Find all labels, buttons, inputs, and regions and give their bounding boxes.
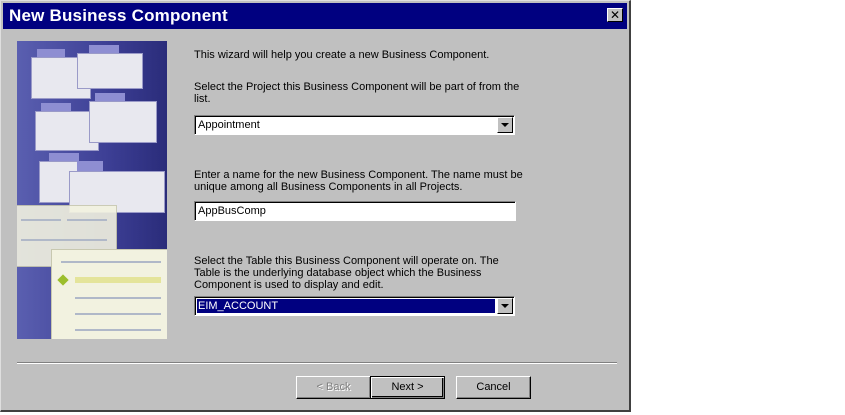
grid-highlight <box>75 277 161 283</box>
folder-shape <box>77 53 143 89</box>
table-select-value: EIM_ACCOUNT <box>197 299 495 313</box>
folder-shape <box>89 101 157 143</box>
chevron-down-icon <box>501 304 509 308</box>
grid-line <box>67 219 107 221</box>
intro-text: This wizard will help you create a new B… <box>194 49 490 61</box>
project-select[interactable]: Appointment <box>194 115 515 135</box>
wizard-illustration <box>17 41 167 339</box>
grid-line <box>75 297 161 299</box>
project-dropdown-button[interactable] <box>497 117 513 133</box>
grid-line <box>75 313 161 315</box>
component-name-input[interactable]: AppBusComp <box>194 201 516 221</box>
cancel-button[interactable]: Cancel <box>456 376 531 399</box>
window-title: New Business Component <box>9 6 228 25</box>
grid-line <box>21 239 107 241</box>
table-label-line1: Select the Table this Business Component… <box>194 255 499 267</box>
project-label-line2: list. <box>194 93 211 105</box>
wizard-dialog: New Business Component ✕ This wizard wil… <box>0 0 631 412</box>
folder-tab <box>77 161 103 171</box>
next-button[interactable]: Next > <box>370 376 445 399</box>
table-dropdown-button[interactable] <box>497 298 513 314</box>
table-select[interactable]: EIM_ACCOUNT <box>194 296 515 316</box>
component-name-value: AppBusComp <box>198 205 266 217</box>
grid-line <box>21 219 61 221</box>
name-label-line1: Enter a name for the new Business Compon… <box>194 169 523 181</box>
close-button[interactable]: ✕ <box>607 8 623 22</box>
table-label-line3: Component is used to display and edit. <box>194 279 384 291</box>
footer-divider <box>17 362 617 364</box>
back-button[interactable]: < Back <box>296 376 371 399</box>
project-label-line1: Select the Project this Business Compone… <box>194 81 520 93</box>
table-label-line2: Table is the underlying database object … <box>194 267 482 279</box>
grid-line <box>75 329 161 331</box>
grid-line <box>61 261 161 263</box>
name-label-line2: unique among all Business Components in … <box>194 181 463 193</box>
project-select-value: Appointment <box>198 119 260 131</box>
chevron-down-icon <box>501 123 509 127</box>
title-bar[interactable]: New Business Component ✕ <box>3 3 627 29</box>
close-icon: ✕ <box>609 8 621 22</box>
